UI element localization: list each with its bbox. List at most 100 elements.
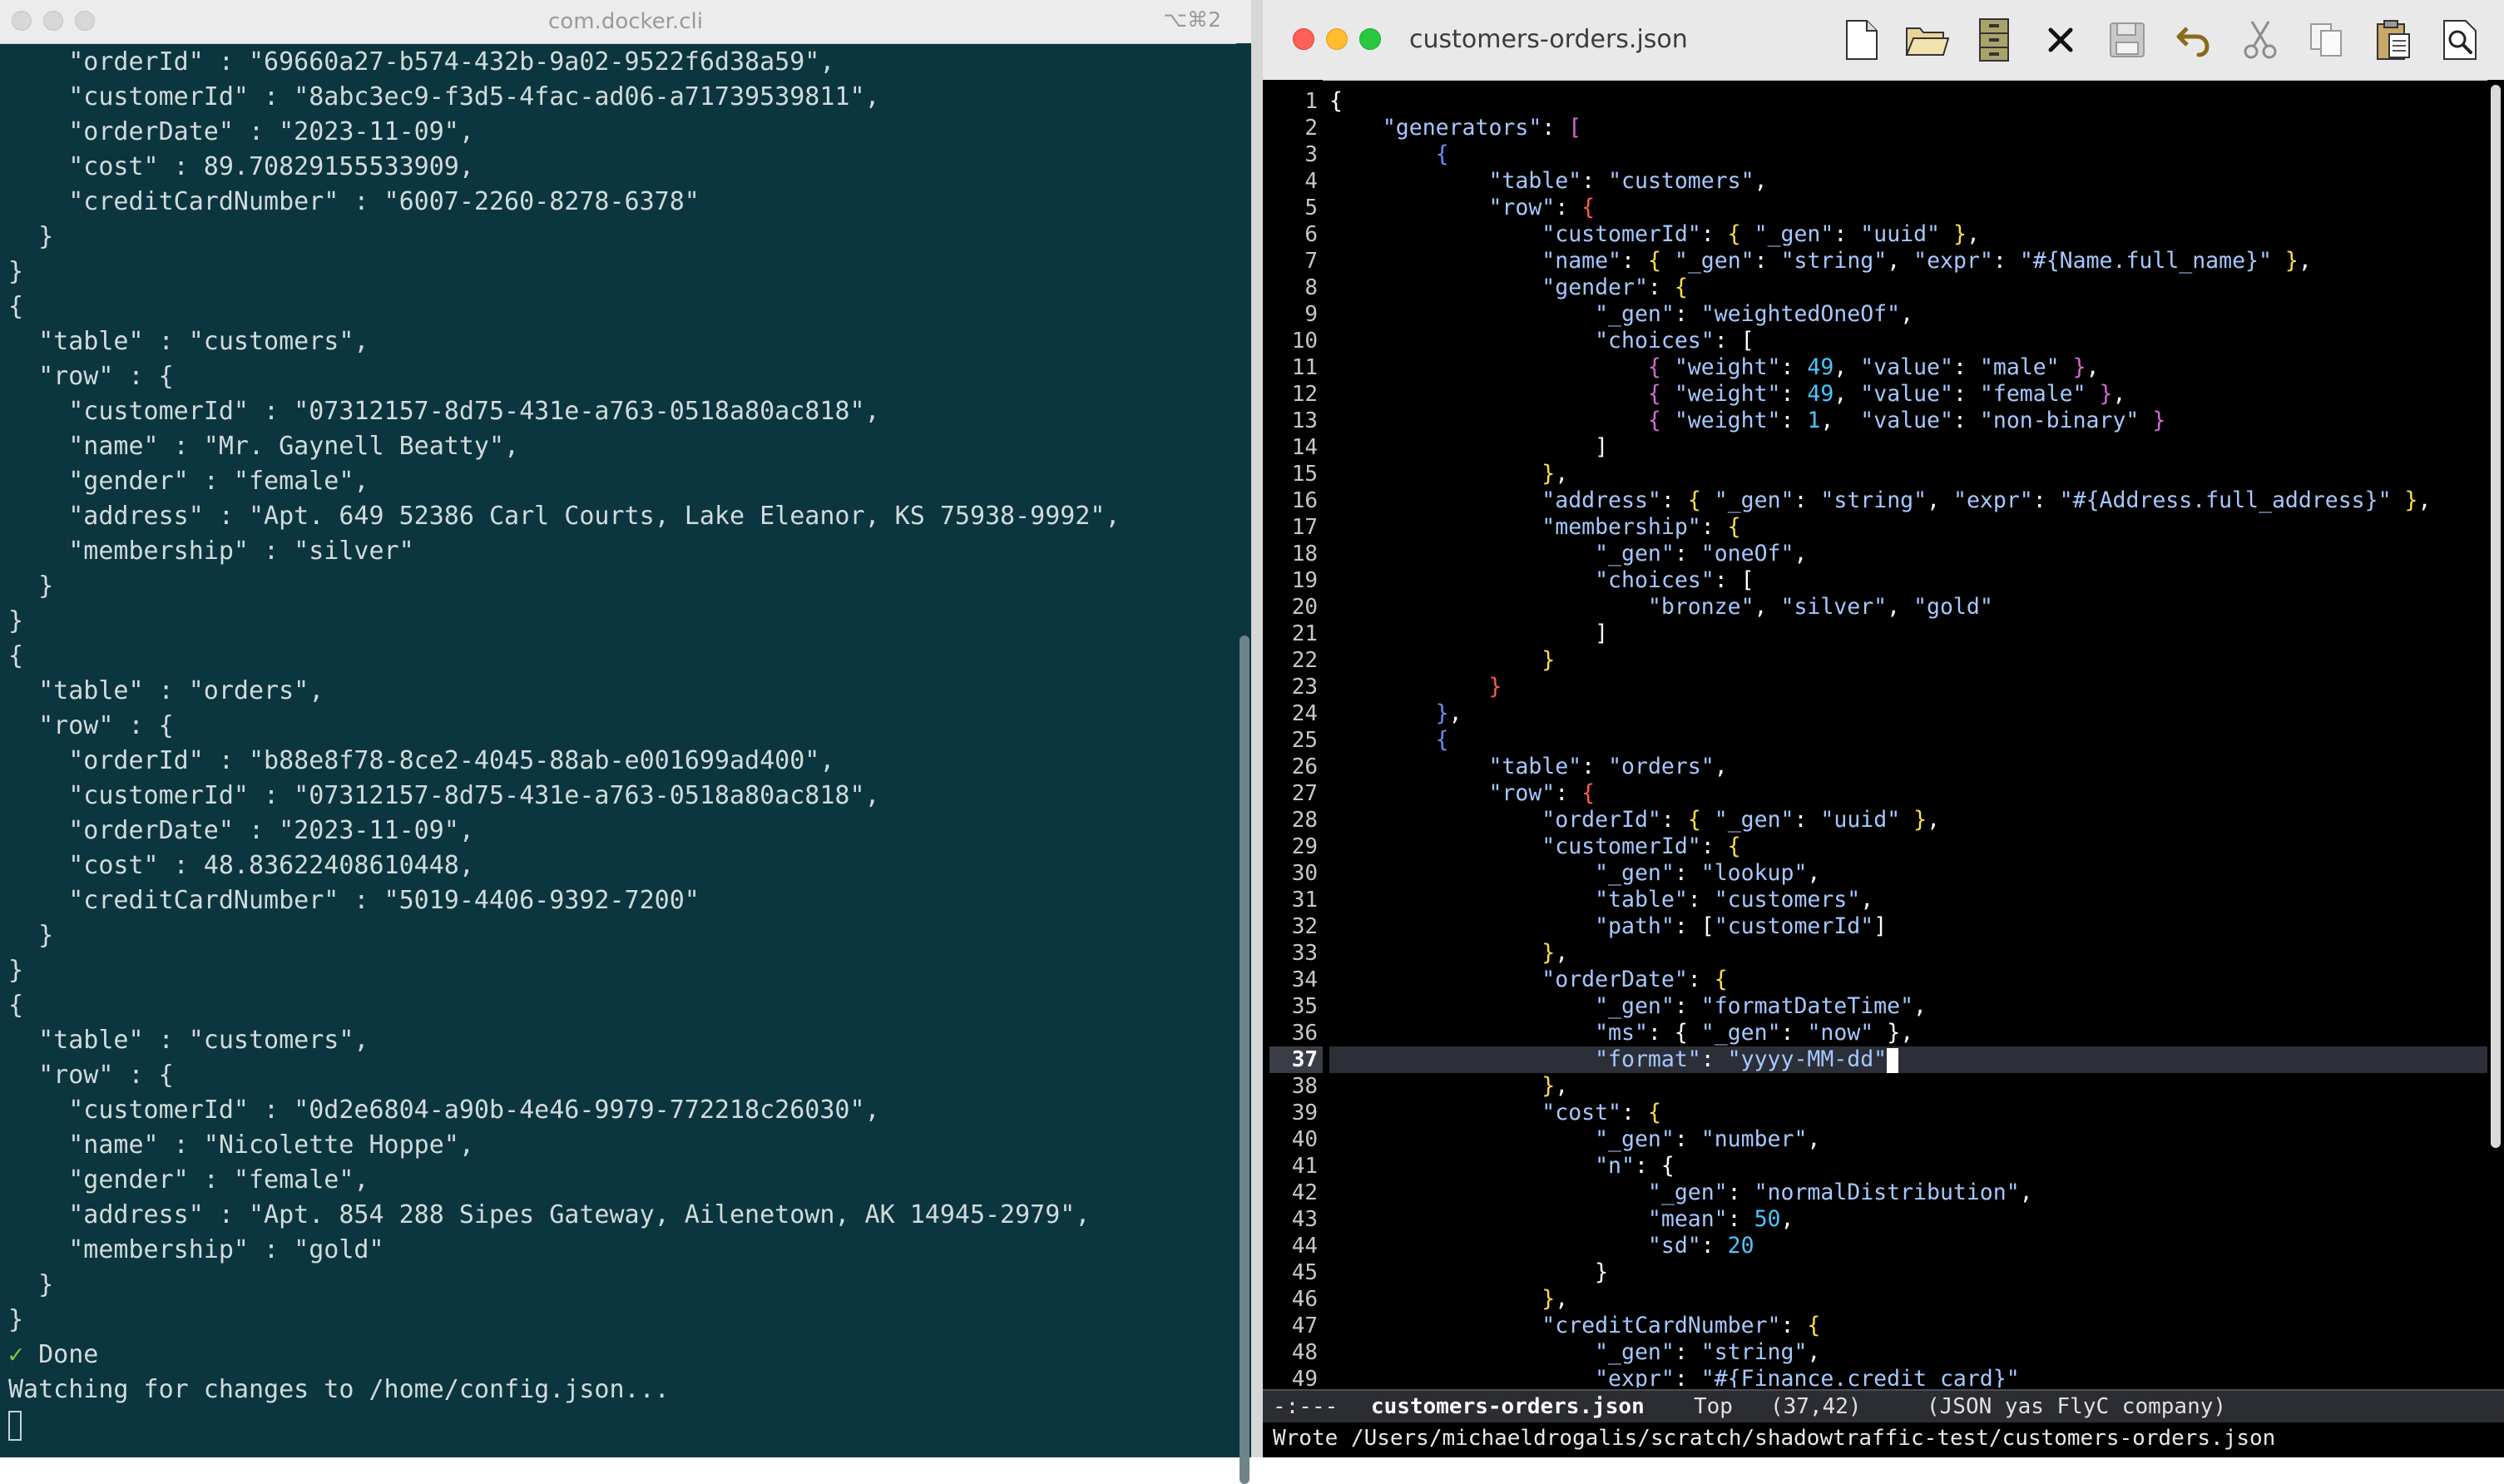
line-number: 21 bbox=[1291, 621, 1318, 646]
cut-icon[interactable] bbox=[2238, 17, 2283, 63]
code-line[interactable]: "choices": [ bbox=[1329, 328, 1754, 354]
code-line[interactable]: { "weight": 49, "value": "male" }, bbox=[1329, 354, 2100, 381]
code-line[interactable]: "path": ["customerId"] bbox=[1329, 913, 1887, 940]
code-line[interactable]: "table": "customers", bbox=[1329, 887, 1873, 913]
code-line[interactable]: "choices": [ bbox=[1329, 567, 1754, 594]
line-number: 5 bbox=[1304, 195, 1318, 220]
code-line[interactable]: { bbox=[1329, 727, 1449, 754]
code-line[interactable]: "mean": 50, bbox=[1329, 1206, 1794, 1233]
code-line[interactable]: { bbox=[1329, 141, 1449, 168]
terminal-scrollbar-thumb[interactable] bbox=[1240, 636, 1250, 1484]
code-line[interactable]: "orderDate": { bbox=[1329, 967, 1727, 993]
close-icon[interactable] bbox=[2038, 17, 2083, 63]
window-divider bbox=[1251, 0, 1263, 1457]
code-line[interactable]: "name": { "_gen": "string", "expr": "#{N… bbox=[1329, 248, 2312, 275]
terminal-line: "name" : "Mr. Gaynell Beatty", bbox=[8, 432, 520, 461]
terminal-line: "customerId" : "0d2e6804-a90b-4e46-9979-… bbox=[8, 1096, 880, 1125]
close-window-icon[interactable] bbox=[1293, 28, 1314, 50]
line-number: 6 bbox=[1304, 222, 1318, 247]
line-number: 30 bbox=[1291, 861, 1318, 886]
line-number: 7 bbox=[1304, 249, 1318, 274]
code-line[interactable]: "gender": { bbox=[1329, 275, 1688, 301]
code-line[interactable]: "table": "customers", bbox=[1329, 168, 1767, 195]
paste-icon[interactable] bbox=[2371, 17, 2416, 63]
code-line[interactable]: "orderId": { "_gen": "uuid" }, bbox=[1329, 807, 1940, 834]
save-icon[interactable] bbox=[2105, 17, 2150, 63]
line-number: 42 bbox=[1291, 1180, 1318, 1205]
code-line[interactable]: }, bbox=[1329, 1073, 1568, 1100]
zoom-window-icon[interactable] bbox=[1359, 28, 1381, 50]
code-line[interactable]: { "weight": 49, "value": "female" }, bbox=[1329, 381, 2126, 408]
editor-scrollbar-thumb[interactable] bbox=[2491, 85, 2501, 1148]
code-line[interactable]: }, bbox=[1329, 1286, 1568, 1313]
new-file-icon[interactable] bbox=[1838, 17, 1883, 63]
code-line[interactable]: ] bbox=[1329, 621, 1608, 647]
open-folder-icon[interactable] bbox=[1905, 17, 1950, 63]
code-line[interactable]: "customerId": { bbox=[1329, 834, 1740, 860]
code-line[interactable]: }, bbox=[1329, 461, 1568, 487]
code-line[interactable]: "_gen": "formatDateTime", bbox=[1329, 993, 1927, 1020]
code-line[interactable]: ] bbox=[1329, 434, 1608, 461]
code-buffer[interactable]: { "generators": [ { "table": "customers"… bbox=[1329, 80, 2487, 1388]
code-line[interactable]: "_gen": "number", bbox=[1329, 1126, 1820, 1153]
code-line[interactable]: "generators": [ bbox=[1329, 115, 1581, 141]
terminal-scrollbar[interactable] bbox=[1236, 43, 1251, 1484]
emacs-titlebar[interactable]: customers-orders.json bbox=[1263, 0, 2504, 81]
code-line[interactable]: } bbox=[1329, 1259, 1608, 1286]
copy-icon[interactable] bbox=[2304, 17, 2349, 63]
code-line[interactable]: "format": "yyyy-MM-dd" bbox=[1329, 1046, 1899, 1073]
code-line[interactable]: "expr": "#{Finance.credit_card}" bbox=[1329, 1366, 2020, 1388]
line-number: 1 bbox=[1304, 89, 1318, 114]
terminal-line: { bbox=[8, 292, 24, 321]
code-line[interactable]: "cost": { bbox=[1329, 1100, 1661, 1126]
line-number: 41 bbox=[1291, 1154, 1318, 1179]
code-line[interactable]: } bbox=[1329, 647, 1555, 674]
terminal-line: "table" : "customers", bbox=[8, 1026, 369, 1055]
code-line[interactable]: }, bbox=[1329, 940, 1568, 967]
undo-icon[interactable] bbox=[2171, 17, 2216, 63]
terminal-window[interactable]: com.docker.cli ⌥⌘2 "orderId" : "69660a27… bbox=[0, 0, 1251, 1484]
editor-scrollbar[interactable] bbox=[2487, 80, 2504, 1388]
code-line[interactable]: "row": { bbox=[1329, 195, 1595, 221]
terminal-line: "row" : { bbox=[8, 1061, 174, 1090]
terminal-line: } bbox=[8, 571, 54, 601]
code-line[interactable]: "_gen": "normalDistribution", bbox=[1329, 1180, 2033, 1206]
terminal-titlebar[interactable]: com.docker.cli ⌥⌘2 bbox=[0, 0, 1251, 44]
terminal-cursor bbox=[8, 1410, 22, 1441]
terminal-line: } bbox=[8, 921, 54, 950]
terminal-line: "gender" : "female", bbox=[8, 467, 369, 496]
code-line[interactable]: } bbox=[1329, 674, 1502, 700]
line-number: 32 bbox=[1291, 914, 1318, 939]
terminal-output[interactable]: "orderId" : "69660a27-b574-432b-9a02-952… bbox=[8, 45, 1231, 1451]
line-number: 28 bbox=[1291, 808, 1318, 833]
code-line[interactable]: }, bbox=[1329, 700, 1462, 727]
code-line[interactable]: "bronze", "silver", "gold" bbox=[1329, 594, 1993, 621]
terminal-line: "row" : { bbox=[8, 711, 174, 740]
search-icon[interactable] bbox=[2437, 17, 2482, 63]
code-line[interactable]: "creditCardNumber": { bbox=[1329, 1313, 1820, 1339]
code-line[interactable]: "_gen": "lookup", bbox=[1329, 860, 1820, 887]
code-line[interactable]: "customerId": { "_gen": "uuid" }, bbox=[1329, 221, 1980, 248]
code-line[interactable]: "address": { "_gen": "string", "expr": "… bbox=[1329, 487, 2431, 514]
terminal-line: { bbox=[8, 991, 24, 1020]
minimize-window-icon[interactable] bbox=[1326, 28, 1348, 50]
code-line[interactable]: { bbox=[1329, 88, 1343, 115]
done-status-line: ✓ Done bbox=[8, 1338, 1231, 1373]
watching-status-line: Watching for changes to /home/config.jso… bbox=[8, 1375, 670, 1404]
code-line[interactable]: "_gen": "oneOf", bbox=[1329, 541, 1807, 567]
code-line[interactable]: { "weight": 1, "value": "non-binary" } bbox=[1329, 408, 2165, 434]
emacs-window[interactable]: customers-orders.json 1 2 3 4 5 6 7 8 9 … bbox=[1263, 0, 2504, 1457]
code-line[interactable]: "_gen": "string", bbox=[1329, 1339, 1820, 1366]
code-line[interactable]: "n": { bbox=[1329, 1153, 1675, 1180]
code-line[interactable]: "sd": 20 bbox=[1329, 1233, 1754, 1259]
code-line[interactable]: "row": { bbox=[1329, 780, 1595, 807]
line-number: 24 bbox=[1291, 701, 1318, 726]
code-line[interactable]: "_gen": "weightedOneOf", bbox=[1329, 301, 1913, 328]
terminal-prompt-line[interactable] bbox=[8, 1407, 1231, 1442]
code-line[interactable]: "membership": { bbox=[1329, 514, 1740, 541]
code-line[interactable]: "ms": { "_gen": "now" }, bbox=[1329, 1020, 1913, 1046]
line-number: 37 bbox=[1291, 1047, 1318, 1072]
file-cabinet-icon[interactable] bbox=[1972, 17, 2017, 63]
line-number: 17 bbox=[1291, 515, 1318, 540]
code-line[interactable]: "table": "orders", bbox=[1329, 754, 1727, 780]
